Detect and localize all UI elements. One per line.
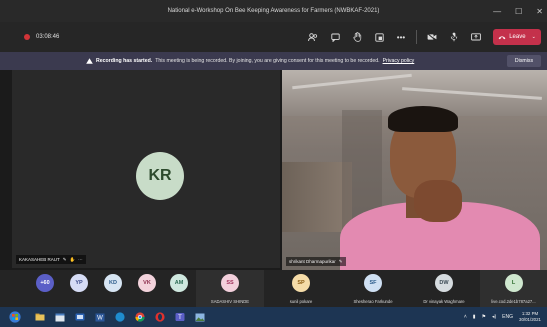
pin-icon: ✎ xyxy=(338,258,343,264)
taskbar-clock[interactable]: 1:32 PM 30/01/2021 xyxy=(519,311,541,323)
participant-thumb[interactable]: SF Shesherao Farkunde xyxy=(338,274,408,304)
calendar-app-icon[interactable] xyxy=(50,307,70,327)
overflow-participants[interactable]: +60 xyxy=(36,274,54,292)
avatar: KD xyxy=(104,274,122,292)
close-button[interactable]: ✕ xyxy=(536,7,543,16)
windows-taskbar: W T ˄ ▮ ⚑ ◂) ENG 1:32 PM 30/01/2021 xyxy=(0,307,547,327)
participant-name: Dr vinayak Waghmare xyxy=(423,299,465,304)
more-options-icon[interactable]: ··· xyxy=(78,257,83,262)
share-screen-icon[interactable] xyxy=(465,22,487,52)
participant-name: KAKASAHEB RAUT xyxy=(19,257,60,262)
video-stage: KR KAKASAHEB RAUT ✎ ✋ ··· shrikant Dharm… xyxy=(0,70,547,270)
avatar: L xyxy=(504,274,523,292)
speaker-video xyxy=(414,180,462,222)
participant-name: Shesherao Farkunde xyxy=(353,299,393,304)
recording-banner: Recording has started. This meeting is b… xyxy=(0,52,547,70)
participant-thumb[interactable]: L live.cod.2de1b787a27... xyxy=(482,274,545,304)
title-bar: National e-Workshop On Bee Keeping Aware… xyxy=(0,0,547,22)
tray-arrow-icon[interactable]: ˄ xyxy=(464,314,467,320)
leave-button[interactable]: Leave ⌄ xyxy=(493,29,541,45)
participant-name: shrikant Dharmapurikar xyxy=(289,259,336,264)
participants-icon[interactable] xyxy=(302,22,324,52)
camera-icon[interactable] xyxy=(421,22,443,52)
recording-indicator-icon xyxy=(24,34,30,40)
participant-thumb[interactable]: AM xyxy=(170,274,188,292)
maximize-button[interactable]: ☐ xyxy=(515,7,522,16)
leave-label: Leave xyxy=(509,34,526,40)
participant-name-tag: KAKASAHEB RAUT ✎ ✋ ··· xyxy=(16,255,86,264)
photos-icon[interactable] xyxy=(190,307,210,327)
banner-message: Recording has started. This meeting is b… xyxy=(86,52,414,70)
participant-thumb[interactable]: DW Dr vinayak Waghmare xyxy=(410,274,478,304)
teams-icon[interactable]: T xyxy=(170,307,190,327)
participant-name: live.cod.2de1b787a27... xyxy=(491,299,536,304)
breakout-icon[interactable] xyxy=(368,22,390,52)
hand-icon: ✋ xyxy=(69,256,76,262)
edge-icon[interactable] xyxy=(110,307,130,327)
pin-icon: ✎ xyxy=(62,256,67,262)
participant-thumb[interactable]: YP xyxy=(70,274,88,292)
avatar: YP xyxy=(70,274,88,292)
avatar: SF xyxy=(364,274,382,292)
banner-bold-text: Recording has started. xyxy=(96,58,153,64)
clock-date: 30/01/2021 xyxy=(519,317,541,322)
participant-strip: +60 YP KD VK AM SS SADASHIV SHINDE SP su… xyxy=(0,270,547,307)
chevron-down-icon[interactable]: ⌄ xyxy=(532,34,536,40)
opera-icon[interactable] xyxy=(150,307,170,327)
raise-hand-icon[interactable] xyxy=(346,22,368,52)
meeting-toolbar: 03:08:46 ••• Leave ⌄ xyxy=(0,22,547,52)
flag-icon[interactable]: ⚑ xyxy=(482,314,486,320)
participant-tile-kakasaheb[interactable]: KR KAKASAHEB RAUT ✎ ✋ ··· xyxy=(12,70,280,268)
svg-text:T: T xyxy=(178,315,182,321)
warning-icon xyxy=(86,58,93,64)
svg-text:W: W xyxy=(97,315,103,321)
meeting-timer: 03:08:46 xyxy=(36,34,60,40)
chat-icon[interactable] xyxy=(324,22,346,52)
minimize-button[interactable]: — xyxy=(493,7,501,16)
participant-thumb[interactable]: SS SADASHIV SHINDE xyxy=(198,274,262,304)
speaker-video xyxy=(388,106,458,132)
banner-text: This meeting is being recorded. By joini… xyxy=(155,58,380,64)
avatar: SS xyxy=(221,274,239,292)
file-explorer-icon[interactable] xyxy=(30,307,50,327)
meeting-controls: ••• Leave ⌄ xyxy=(302,22,541,52)
participant-thumb[interactable]: SP sunil pokare xyxy=(268,274,334,304)
participant-tile-shrikant[interactable]: shrikant Dharmapurikar ✎ xyxy=(282,70,547,270)
window-title: National e-Workshop On Bee Keeping Aware… xyxy=(167,8,380,14)
avatar: SP xyxy=(292,274,310,292)
avatar: DW xyxy=(435,274,453,292)
toolbar-divider xyxy=(416,30,417,44)
avatar: VK xyxy=(138,274,156,292)
media-app-icon[interactable] xyxy=(70,307,90,327)
start-button[interactable] xyxy=(0,307,30,327)
system-tray: ˄ ▮ ⚑ ◂) ENG 1:32 PM 30/01/2021 xyxy=(464,307,541,327)
language-icon[interactable]: ENG xyxy=(502,314,513,320)
phone-icon xyxy=(498,35,506,39)
participant-name-tag: shrikant Dharmapurikar ✎ xyxy=(286,257,346,266)
window-controls: — ☐ ✕ xyxy=(493,0,543,22)
overflow-count: +60 xyxy=(36,274,54,292)
word-icon[interactable]: W xyxy=(90,307,110,327)
more-icon[interactable]: ••• xyxy=(390,22,412,52)
dismiss-button[interactable]: Dismiss xyxy=(507,55,541,67)
participant-thumb[interactable]: KD xyxy=(104,274,122,292)
avatar: KR xyxy=(136,152,184,200)
network-icon[interactable]: ▮ xyxy=(473,314,476,320)
volume-icon[interactable]: ◂) xyxy=(492,314,496,320)
privacy-policy-link[interactable]: Privacy policy xyxy=(383,58,415,64)
avatar: AM xyxy=(170,274,188,292)
participant-thumb[interactable]: VK xyxy=(138,274,156,292)
participant-name: SADASHIV SHINDE xyxy=(210,299,250,304)
windows-icon xyxy=(9,311,21,323)
mic-icon[interactable] xyxy=(443,22,465,52)
participant-name: sunil pokare xyxy=(289,299,313,304)
chrome-icon[interactable] xyxy=(130,307,150,327)
